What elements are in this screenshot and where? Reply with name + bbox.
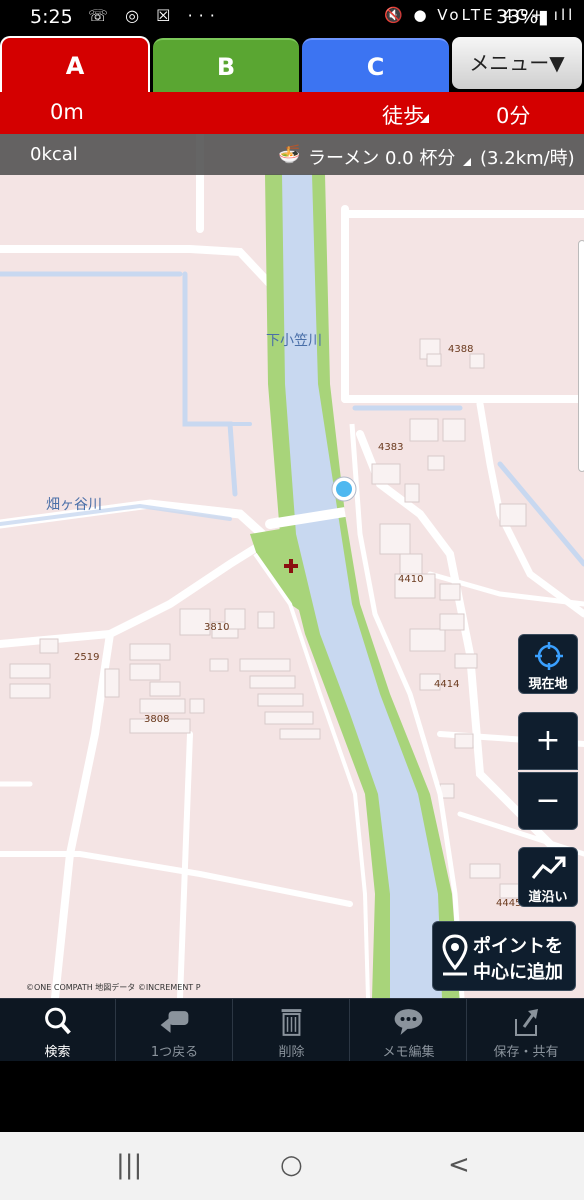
along-road-button[interactable]: 道沿い <box>518 847 578 907</box>
along-road-label: 道沿い <box>528 890 568 905</box>
home-icon[interactable]: ○ <box>280 1150 303 1180</box>
address-label: 4383 <box>378 442 404 453</box>
save-share-label: 保存・共有 <box>493 1045 559 1060</box>
address-label: 4414 <box>434 679 460 690</box>
travel-mode-selector[interactable]: 徒歩 <box>382 100 424 130</box>
memo-edit-button[interactable]: メモ編集 <box>351 999 467 1061</box>
tab-b[interactable]: B <box>153 38 299 92</box>
river-label-hatagaya: 畑ヶ谷川 <box>46 497 102 513</box>
status-bar: 5:25 ☏ ◎ ☒ ··· 🔇 ● VoLTE 4G+ ıll 33%▮ <box>0 0 584 34</box>
save-share-button[interactable]: 保存・共有 <box>468 999 584 1061</box>
add-point-label-line2: 中心に追加 <box>473 962 563 983</box>
menu-button[interactable]: メニュー▼ <box>452 37 582 89</box>
current-location-button[interactable]: 現在地 <box>518 634 578 694</box>
battery-indicator: 33%▮ <box>496 6 549 28</box>
search-label: 検索 <box>44 1045 71 1060</box>
current-location-label: 現在地 <box>528 677 568 692</box>
trash-icon <box>281 1009 302 1036</box>
calorie-value: 0kcal <box>30 144 78 165</box>
address-label: 4388 <box>448 344 474 355</box>
tab-c[interactable]: C <box>302 38 449 92</box>
system-nav-bar: ||| ○ < <box>0 1132 584 1200</box>
crosshair-icon <box>535 642 563 670</box>
delete-button[interactable]: 削除 <box>234 999 350 1061</box>
delete-label: 削除 <box>278 1045 305 1060</box>
back-icon[interactable]: < <box>448 1150 470 1180</box>
undo-icon <box>160 1011 189 1033</box>
map-view[interactable]: 下小笠川 畑ヶ谷川 4388 4383 4410 3810 2519 4414 … <box>0 134 584 998</box>
side-handle[interactable] <box>578 240 584 472</box>
share-icon <box>515 1009 538 1036</box>
search-button[interactable]: 検索 <box>0 999 116 1061</box>
tab-a[interactable]: A <box>0 36 150 94</box>
map-copyright: ©ONE COMPATH 地図データ ©INCREMENT P <box>26 983 201 992</box>
add-point-label-line1: ポイントを <box>473 936 563 957</box>
clock: 5:25 <box>30 6 73 28</box>
map-pin-icon <box>442 934 468 976</box>
address-label: 3808 <box>144 714 170 725</box>
time-value: 0分 <box>496 104 531 128</box>
zoom-in-button[interactable]: + <box>518 712 578 770</box>
zoom-out-button[interactable]: − <box>518 772 578 830</box>
trend-arrow-icon <box>531 856 566 879</box>
recent-apps-icon[interactable]: ||| <box>116 1150 142 1180</box>
food-equivalent-selector[interactable]: ラーメン 0.0 杯分 <box>308 144 455 170</box>
route-tabs: A B C メニュー▼ <box>0 34 584 94</box>
distance-value: 0m <box>50 100 84 124</box>
river-label-shimoogasa: 下小笠川 <box>266 333 322 349</box>
memo-edit-label: メモ編集 <box>382 1045 435 1060</box>
undo-label: 1つ戻る <box>150 1045 199 1060</box>
dropdown-corner-icon <box>463 158 471 166</box>
bottom-toolbar: 検索 1つ戻る 削除 メモ編集 保存・共有 <box>0 998 584 1061</box>
speech-bubble-icon <box>394 1009 423 1035</box>
search-icon <box>45 1007 71 1035</box>
notification-icons: ☏ ◎ ☒ ··· <box>88 6 221 25</box>
speed-value: (3.2km/時) <box>480 148 575 169</box>
route-info-bar: 0m 徒歩 0分 <box>0 92 584 134</box>
address-label: 4410 <box>398 574 424 585</box>
address-label: 2519 <box>74 652 100 663</box>
map-canvas <box>0 134 584 998</box>
dropdown-corner-icon <box>420 114 429 123</box>
ramen-bowl-icon: 🍜 <box>278 144 301 165</box>
address-label: 3810 <box>204 622 230 633</box>
add-point-button[interactable]: ポイントを 中心に追加 <box>432 921 576 991</box>
empty-area <box>0 1061 584 1132</box>
calorie-bar: 0kcal 🍜 ラーメン 0.0 杯分 (3.2km/時) <box>0 134 584 175</box>
undo-button[interactable]: 1つ戻る <box>117 999 233 1061</box>
